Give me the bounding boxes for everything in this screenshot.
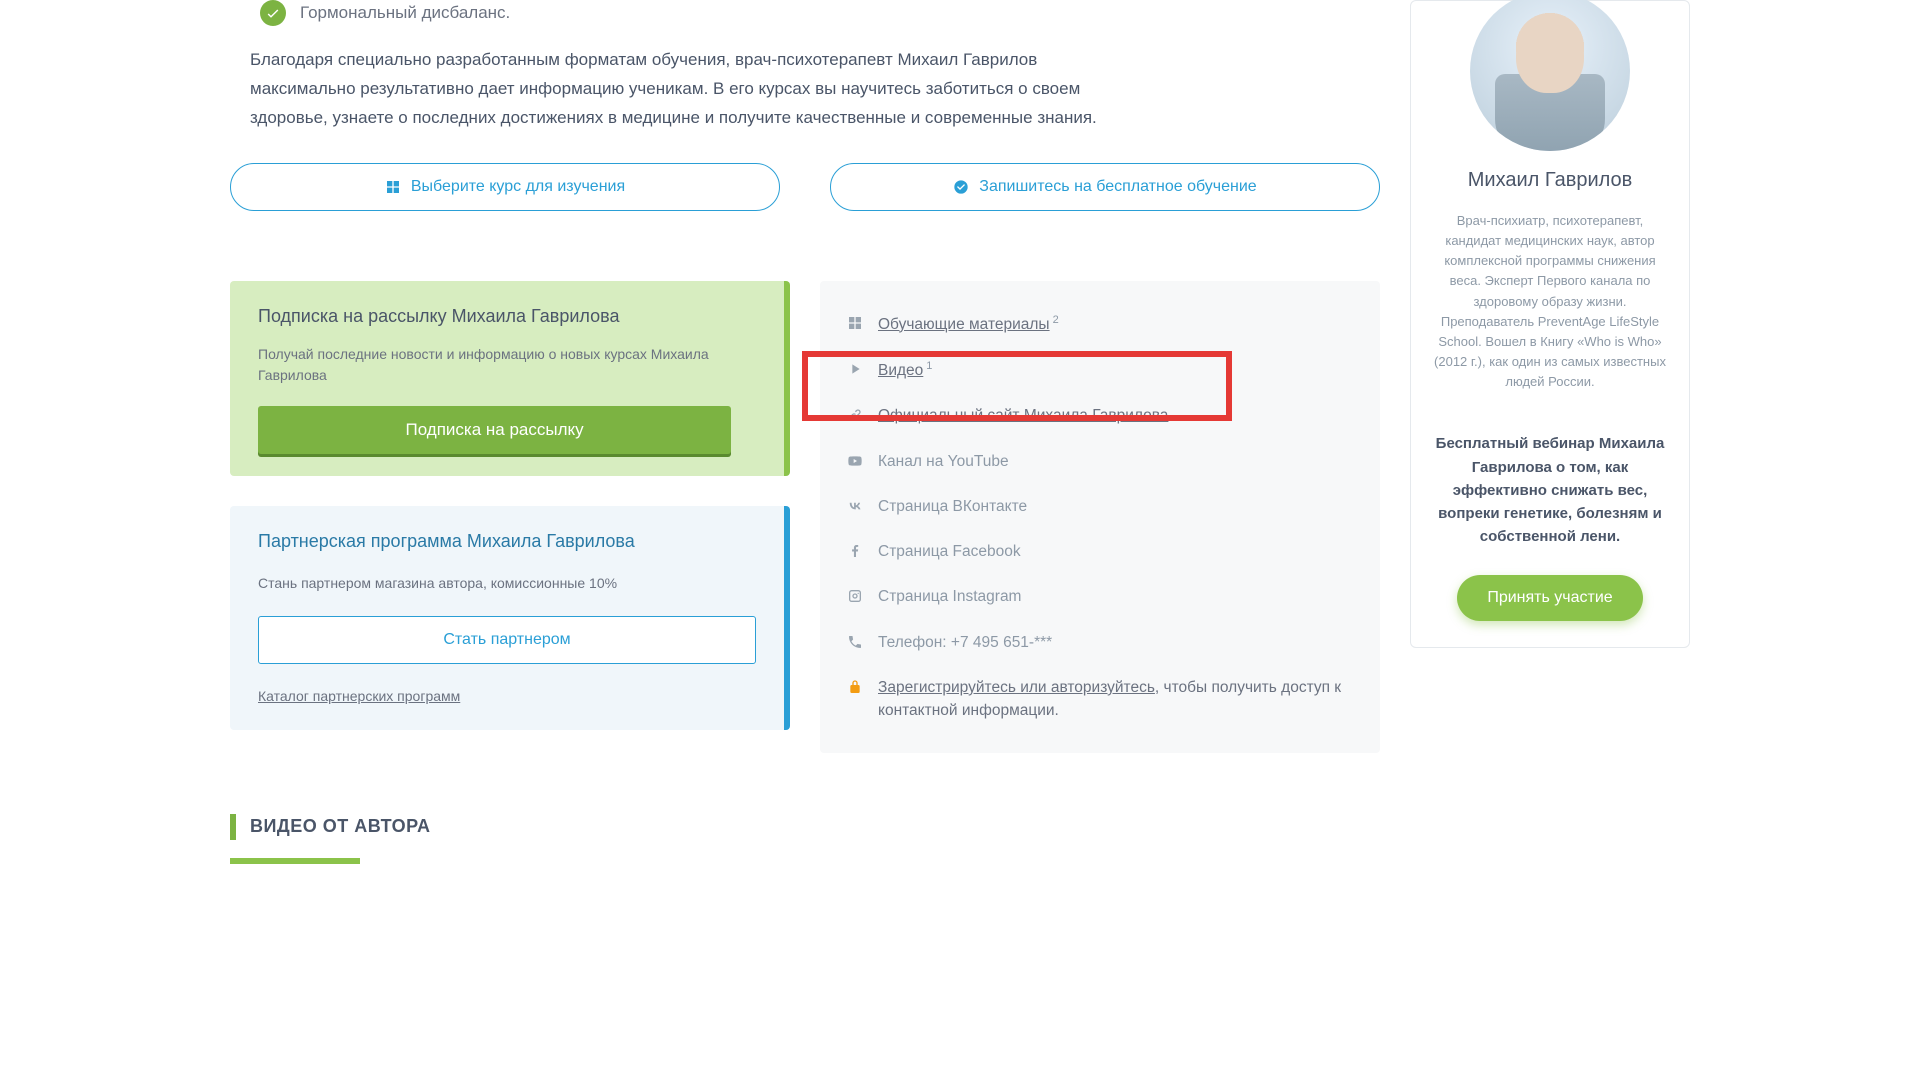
subscribe-desc: Получай последние новости и информацию о…	[258, 344, 756, 386]
vk-icon	[846, 497, 864, 515]
link-materials-label: Обучающие материалы	[878, 316, 1050, 333]
avatar	[1470, 0, 1630, 151]
section-underline	[230, 858, 360, 864]
link-phone-value: +7 495 651-***	[951, 634, 1052, 651]
partner-catalog-link[interactable]: Каталог партнерских программ	[258, 688, 460, 704]
link-youtube[interactable]: Канал на YouTube	[846, 439, 1354, 484]
enroll-free-label: Запишитесь на бесплатное обучение	[979, 178, 1256, 196]
link-register-link[interactable]: Зарегистрируйтесь или авторизуйтесь	[878, 679, 1155, 696]
link-youtube-label: Канал на YouTube	[878, 450, 1009, 473]
author-bio: Врач-психиатр, психотерапевт, кандидат м…	[1429, 211, 1671, 392]
link-vk-label: Страница ВКонтакте	[878, 495, 1027, 518]
link-materials[interactable]: Обучающие материалы2	[846, 301, 1354, 347]
check-circle-icon	[953, 179, 969, 195]
partner-button[interactable]: Стать партнером	[258, 616, 756, 664]
link-icon	[846, 406, 864, 424]
partner-desc: Стань партнером магазина автора, комисси…	[258, 573, 756, 594]
link-materials-count: 2	[1053, 314, 1059, 326]
link-instagram-label: Страница Instagram	[878, 585, 1021, 608]
facebook-icon	[846, 542, 864, 560]
link-instagram[interactable]: Страница Instagram	[846, 574, 1354, 619]
intro-paragraph: Благодаря специально разработанным форма…	[230, 46, 1130, 163]
link-video-count: 1	[926, 360, 932, 372]
subscribe-card: Подписка на рассылку Михаила Гаврилова П…	[230, 281, 790, 476]
subscribe-title: Подписка на рассылку Михаила Гаврилова	[258, 303, 756, 330]
links-card: Обучающие материалы2 Видео1 Официальный …	[820, 281, 1380, 754]
choose-course-label: Выберите курс для изучения	[411, 178, 625, 196]
link-video-label: Видео	[878, 362, 923, 379]
lock-icon	[846, 678, 864, 696]
youtube-icon	[846, 452, 864, 470]
author-card: Михаил Гаврилов Врач-психиатр, психотера…	[1410, 0, 1690, 648]
section-video-title: ВИДЕО ОТ АВТОРА	[250, 813, 431, 840]
partner-card: Партнерская программа Михаила Гаврилова …	[230, 506, 790, 731]
link-facebook-label: Страница Facebook	[878, 540, 1021, 563]
link-official-site[interactable]: Официальный сайт Михаила Гаврилова	[846, 393, 1354, 438]
play-icon	[846, 360, 864, 378]
accent-bar	[230, 814, 236, 840]
phone-icon	[846, 633, 864, 651]
subscribe-button[interactable]: Подписка на рассылку	[258, 406, 731, 454]
section-video-heading: ВИДЕО ОТ АВТОРА	[230, 813, 1380, 840]
link-phone: Телефон: +7 495 651-***	[846, 620, 1354, 665]
author-name: Михаил Гаврилов	[1429, 165, 1671, 195]
participate-button[interactable]: Принять участие	[1457, 575, 1642, 621]
instagram-icon	[846, 587, 864, 605]
check-icon	[260, 0, 286, 26]
link-vk[interactable]: Страница ВКонтакте	[846, 484, 1354, 529]
grid-icon	[846, 314, 864, 332]
webinar-text: Бесплатный вебинар Михаила Гаврилова о т…	[1429, 432, 1671, 548]
choose-course-button[interactable]: Выберите курс для изучения	[230, 163, 780, 211]
link-facebook[interactable]: Страница Facebook	[846, 529, 1354, 574]
link-official-site-label: Официальный сайт Михаила Гаврилова	[878, 404, 1168, 427]
bullet-item: Гормональный дисбаланс.	[230, 0, 1380, 26]
grid-icon	[385, 179, 401, 195]
partner-title: Партнерская программа Михаила Гаврилова	[258, 528, 756, 555]
link-register: Зарегистрируйтесь или авторизуйтесь, что…	[846, 665, 1354, 734]
enroll-free-button[interactable]: Запишитесь на бесплатное обучение	[830, 163, 1380, 211]
bullet-text: Гормональный дисбаланс.	[300, 0, 510, 26]
link-video[interactable]: Видео1	[846, 347, 1354, 393]
link-phone-label: Телефон:	[878, 634, 951, 651]
